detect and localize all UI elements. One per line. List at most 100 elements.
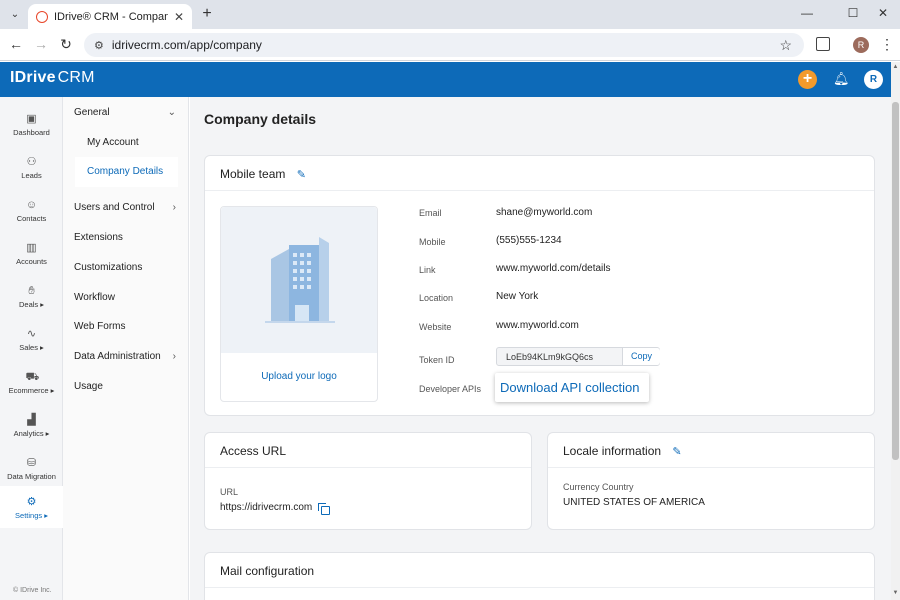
- forward-arrow-icon[interactable]: →: [33, 36, 49, 52]
- access-url-header: Access URL: [205, 433, 531, 468]
- mail-configuration-title: Mail configuration: [220, 564, 315, 578]
- email-value: shane@myworld.com: [496, 207, 593, 218]
- location-label: Location: [419, 293, 454, 303]
- quick-add-button[interactable]: +: [798, 70, 817, 89]
- scroll-up-arrow-icon[interactable]: ▲: [891, 64, 900, 70]
- developer-apis-label: Developer APIs: [419, 384, 482, 394]
- close-icon[interactable]: ✕: [174, 10, 184, 24]
- mail-configuration-header: Mail configuration: [205, 553, 874, 588]
- minimize-icon[interactable]: —: [800, 6, 814, 20]
- sidebar-item-usage[interactable]: Usage: [74, 381, 184, 392]
- idrive-crm-logo[interactable]: IDrive CRM: [10, 69, 95, 87]
- sales-icon: ∿: [26, 328, 37, 340]
- analytics-icon: ▟: [27, 414, 36, 426]
- browser-tab-bar: ⌄ IDrive® CRM - Company Details ✕ + — ☐ …: [0, 0, 900, 29]
- reload-icon[interactable]: ↻: [58, 36, 74, 53]
- rail-item-dashboard[interactable]: ▣ Dashboard: [0, 103, 63, 145]
- rail-item-settings[interactable]: ⚙ Settings ▸: [0, 486, 63, 528]
- locale-title: Locale information: [563, 444, 662, 458]
- access-url-value: https://idrivecrm.com: [220, 502, 313, 513]
- window-close-icon[interactable]: ✕: [876, 6, 890, 20]
- rail-item-ecommerce[interactable]: ⛟ Ecommerce ▸: [0, 361, 63, 403]
- copyright-text: © IDrive Inc.: [13, 587, 52, 594]
- url-label: URL: [220, 487, 239, 497]
- accounts-icon: ▥: [26, 242, 37, 254]
- rail-item-contacts[interactable]: ☺ Contacts: [0, 189, 63, 231]
- upload-logo-link[interactable]: Upload your logo: [221, 371, 377, 382]
- locale-header: Locale information ✎: [548, 433, 874, 468]
- rail-item-accounts[interactable]: ▥ Accounts: [0, 232, 63, 274]
- browser-profile-avatar[interactable]: R: [853, 37, 869, 53]
- company-card-header: Mobile team ✎: [205, 156, 874, 191]
- app-header: IDrive CRM + 🔔︎ R: [0, 62, 891, 97]
- back-arrow-icon[interactable]: ←: [8, 36, 24, 52]
- leads-icon: ⚇: [26, 156, 37, 168]
- rail-label: Contacts: [16, 214, 47, 223]
- rail-item-leads[interactable]: ⚇ Leads: [0, 146, 63, 188]
- rail-item-data-migration[interactable]: ⛁ Data Migration: [0, 447, 63, 489]
- extensions-icon[interactable]: [816, 37, 830, 51]
- company-name: Mobile team: [220, 167, 286, 181]
- dashboard-icon: ▣: [26, 113, 37, 125]
- link-label: Link: [419, 265, 436, 275]
- chevron-down-icon: ⌄: [10, 8, 20, 20]
- sidebar-item-label: General: [74, 107, 110, 118]
- mobile-label: Mobile: [419, 237, 446, 247]
- maximize-icon[interactable]: ☐: [846, 6, 860, 20]
- rail-label: Settings ▸: [15, 511, 48, 520]
- browser-tab[interactable]: IDrive® CRM - Company Details ✕: [28, 4, 192, 29]
- page-scrollbar[interactable]: ▲ ▼: [891, 62, 900, 600]
- rail-label: Analytics ▸: [13, 429, 50, 438]
- module-rail: ▣ Dashboard ⚇ Leads ☺ Contacts ▥ Account…: [0, 97, 63, 600]
- link-value: www.myworld.com/details: [496, 263, 611, 274]
- browser-menu-icon[interactable]: ⋮: [880, 36, 894, 53]
- sidebar-item-users-and-control[interactable]: Users and Control ›: [74, 202, 184, 213]
- edit-pencil-icon[interactable]: ✎: [297, 168, 306, 181]
- site-info-icon[interactable]: ⚙: [94, 39, 104, 52]
- rail-label: Ecommerce ▸: [8, 386, 55, 395]
- sidebar-item-company-details[interactable]: Company Details: [75, 157, 178, 187]
- building-icon: [265, 237, 335, 323]
- user-avatar[interactable]: R: [864, 70, 883, 89]
- edit-pencil-icon[interactable]: ✎: [672, 445, 681, 458]
- rail-label: Dashboard: [13, 128, 50, 137]
- rail-item-deals[interactable]: ✋︎ Deals ▸: [0, 275, 63, 317]
- download-api-collection-button[interactable]: Download API collection: [495, 373, 649, 402]
- company-card: Mobile team ✎ Upload your logo Email sha…: [204, 155, 875, 416]
- sidebar-item-data-administration[interactable]: Data Administration ›: [74, 351, 184, 362]
- logo-placeholder: [221, 207, 377, 353]
- token-id-field: LoEb94KLm9kGQ6cs Copy: [496, 347, 660, 366]
- tab-search-menu[interactable]: ⌄: [6, 5, 24, 23]
- rail-item-analytics[interactable]: ▟ Analytics ▸: [0, 404, 63, 446]
- new-tab-button[interactable]: +: [198, 5, 216, 23]
- sidebar-item-web-forms[interactable]: Web Forms: [74, 321, 184, 332]
- currency-country-value: UNITED STATES OF AMERICA: [563, 497, 705, 508]
- copy-token-button[interactable]: Copy: [622, 348, 660, 365]
- locale-card: Locale information ✎ Currency Country UN…: [547, 432, 875, 530]
- data-migration-icon: ⛁: [26, 457, 37, 469]
- sidebar-item-label: Data Administration: [74, 351, 161, 362]
- address-bar[interactable]: ⚙ idrivecrm.com/app/company ☆: [84, 33, 804, 57]
- main-content: Company details Mobile team ✎ Upload you…: [190, 97, 891, 600]
- rail-item-sales[interactable]: ∿ Sales ▸: [0, 318, 63, 360]
- sidebar-item-my-account[interactable]: My Account: [87, 137, 139, 148]
- scroll-down-arrow-icon[interactable]: ▼: [891, 590, 900, 596]
- browser-toolbar: ← → ↻ ⚙ idrivecrm.com/app/company ☆: [0, 29, 900, 61]
- location-value: New York: [496, 291, 539, 302]
- sidebar-item-workflow[interactable]: Workflow: [74, 292, 184, 303]
- url-text: idrivecrm.com/app/company: [111, 38, 262, 52]
- logo-upload-box[interactable]: Upload your logo: [220, 206, 378, 402]
- rail-label: Sales ▸: [19, 343, 44, 352]
- scrollbar-thumb[interactable]: [892, 102, 899, 460]
- tab-title: IDrive® CRM - Company Details: [54, 10, 168, 23]
- chevron-right-icon: ›: [172, 351, 176, 362]
- sidebar-item-label: Users and Control: [74, 202, 155, 213]
- bookmark-star-icon[interactable]: ☆: [779, 37, 792, 54]
- sidebar-item-general[interactable]: General ⌄: [74, 107, 184, 118]
- sidebar-item-extensions[interactable]: Extensions: [74, 232, 184, 243]
- copy-icon[interactable]: [318, 503, 330, 515]
- email-label: Email: [419, 208, 442, 218]
- settings-icon: ⚙: [26, 496, 37, 508]
- sidebar-item-customizations[interactable]: Customizations: [74, 262, 184, 273]
- bell-icon[interactable]: 🔔︎: [833, 71, 850, 87]
